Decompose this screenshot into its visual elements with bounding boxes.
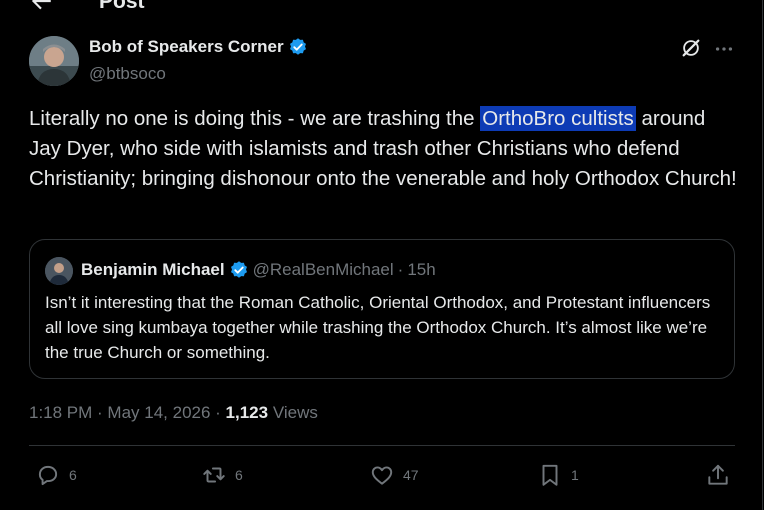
author-name-row: Bob of Speakers Corner [89,37,308,57]
page-title: Post [99,0,145,13]
tweet-date[interactable]: May 14, 2026 [107,403,210,422]
divider [29,445,735,446]
avatar-image [29,36,79,86]
reply-icon [38,465,58,486]
avatar-image [45,257,73,285]
author-handle[interactable]: @btbsoco [89,64,166,84]
selected-text-highlight: OrthoBro cultists [480,106,636,131]
column-border [762,0,763,510]
quote-author-avatar[interactable] [45,257,73,285]
share-icon [708,464,728,485]
quote-author-name[interactable]: Benjamin Michael [81,260,225,280]
top-bar: Post [0,0,764,20]
quote-timestamp[interactable]: 15h [407,260,435,280]
quote-author-handle[interactable]: @RealBenMichael [253,260,394,280]
tweet-text: Literally no one is doing this - we are … [29,104,741,194]
separator-dot: · [210,403,226,422]
reply-count: 6 [69,467,77,483]
author-avatar[interactable] [29,36,79,86]
author-display-name[interactable]: Bob of Speakers Corner [89,37,284,57]
like-icon [371,466,393,485]
like-button[interactable]: 47 [369,462,419,488]
quote-text: Isn’t it interesting that the Roman Cath… [45,293,711,362]
bookmark-count: 1 [571,467,579,483]
verified-badge-icon[interactable] [229,260,249,280]
back-arrow-icon[interactable] [28,0,54,14]
grok-icon[interactable] [680,37,702,59]
reply-button[interactable]: 6 [35,462,77,488]
bookmark-icon [542,464,558,486]
repost-count: 6 [235,467,243,483]
tweet-time[interactable]: 1:18 PM [29,403,92,422]
like-count: 47 [403,467,419,483]
separator-dot: · [397,260,404,279]
tweet-text-part: Literally no one is doing this - we are … [29,107,481,130]
share-button[interactable] [705,462,731,488]
tweet-meta: 1:18 PM · May 14, 2026 · 1,123 Views [29,403,318,423]
views-count: 1,123 [225,403,269,422]
separator-dot: · [92,403,108,422]
quoted-tweet[interactable]: Benjamin Michael @RealBenMichael · 15h I… [29,239,735,379]
more-icon[interactable] [713,38,735,60]
bookmark-button[interactable]: 1 [537,462,579,488]
verified-badge-icon[interactable] [288,37,308,57]
repost-icon [203,467,225,483]
quote-header: Benjamin Michael @RealBenMichael · 15h [81,260,436,280]
repost-button[interactable]: 6 [201,462,243,488]
views-label: Views [268,403,318,422]
